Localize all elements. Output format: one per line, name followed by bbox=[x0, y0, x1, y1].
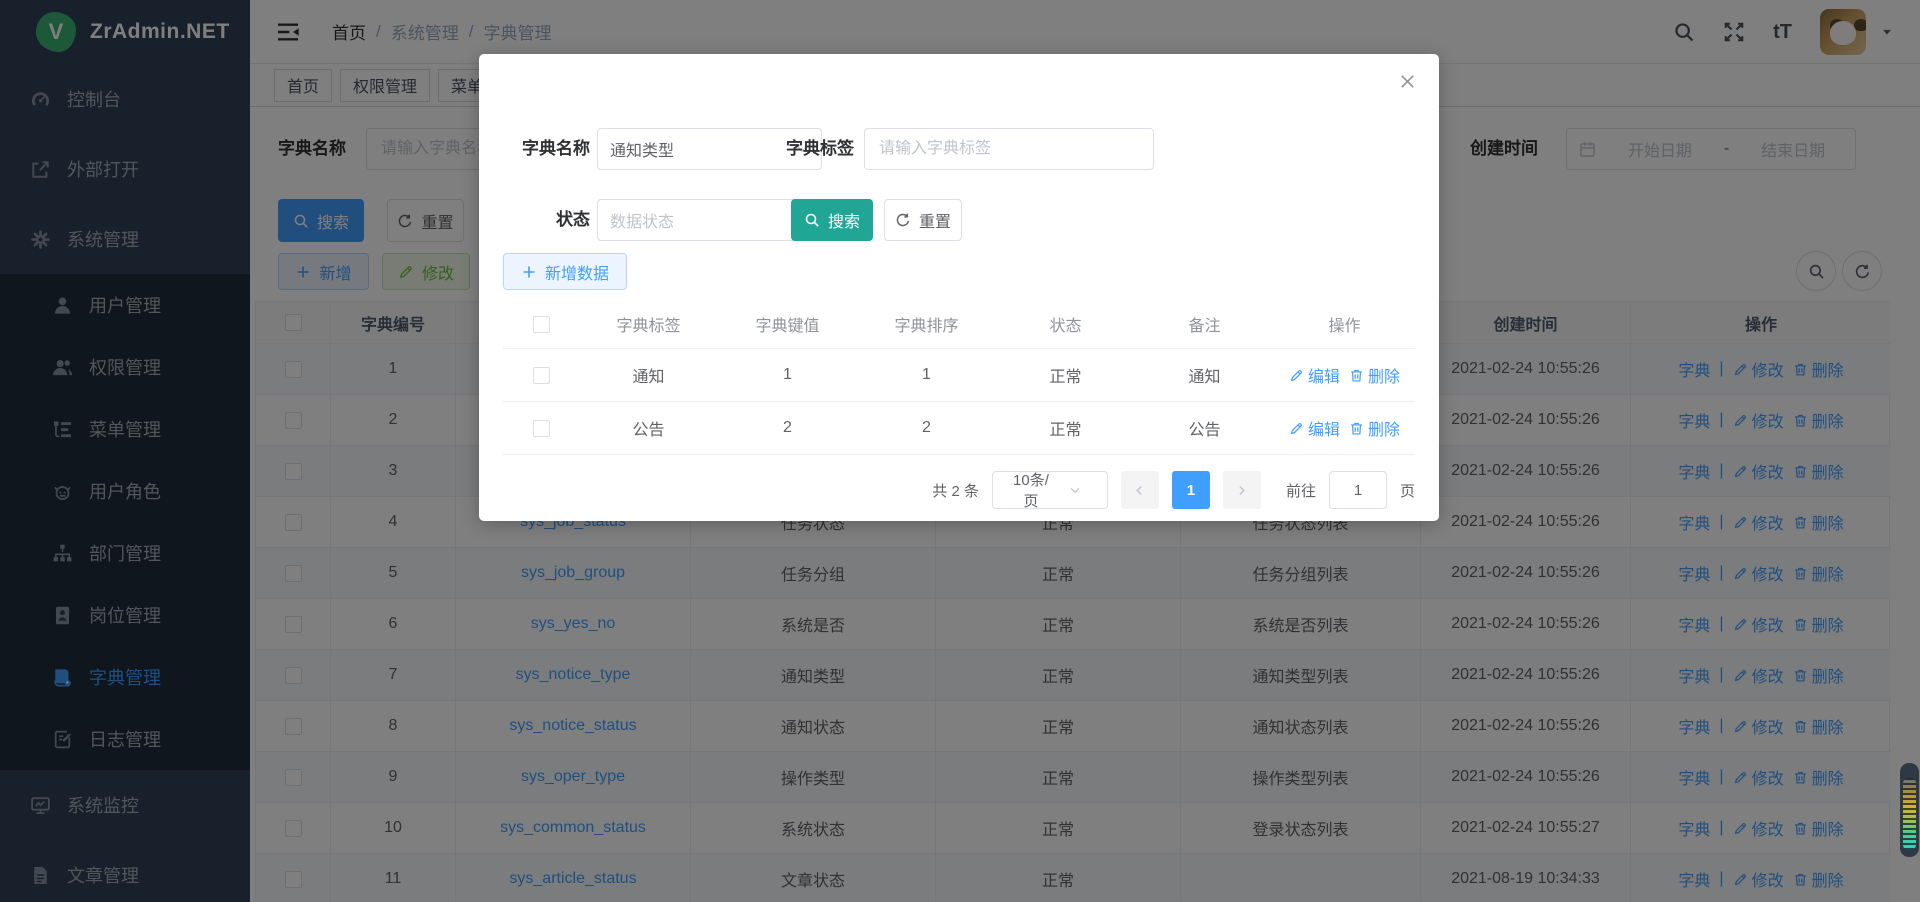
column-header: 操作 bbox=[1274, 300, 1415, 348]
dict-label-cell: 公告 bbox=[579, 402, 718, 454]
status-cell: 正常 bbox=[996, 402, 1135, 454]
chevron-down-icon bbox=[1053, 484, 1097, 497]
remark-cell: 通知 bbox=[1135, 349, 1274, 401]
column-header: 字典标签 bbox=[579, 300, 718, 348]
row-delete-link[interactable]: 删除 bbox=[1349, 416, 1400, 440]
dialog-table-body: 通知 1 1 正常 通知 编辑 bbox=[503, 349, 1415, 455]
pencil-icon bbox=[1289, 421, 1304, 436]
pagination-total: 共 2 条 bbox=[932, 480, 979, 501]
row-checkbox[interactable] bbox=[533, 367, 550, 384]
dialog-table-row: 通知 1 1 正常 通知 编辑 bbox=[503, 349, 1415, 402]
search-icon bbox=[804, 212, 820, 228]
page-number-button[interactable]: 1 bbox=[1172, 471, 1210, 509]
trash-icon bbox=[1349, 421, 1364, 436]
refresh-icon bbox=[895, 212, 911, 228]
trash-icon bbox=[1349, 368, 1364, 383]
dialog-status-select[interactable]: 数据状态 bbox=[597, 199, 822, 241]
column-header: 状态 bbox=[996, 300, 1135, 348]
row-checkbox[interactable] bbox=[533, 420, 550, 437]
dialog-table-row: 公告 2 2 正常 公告 编辑 bbox=[503, 402, 1415, 455]
dict-label-cell: 通知 bbox=[579, 349, 718, 401]
dialog-table-header: 字典标签 字典键值 字典排序 状态 备注 操作 bbox=[503, 300, 1415, 349]
row-operations: 编辑 删除 bbox=[1289, 363, 1400, 387]
dialog-reset-button[interactable]: 重置 bbox=[884, 199, 962, 241]
dialog-dict-name-label: 字典名称 bbox=[479, 128, 590, 170]
dialog-pagination: 共 2 条 10条/页 1 前往 页 bbox=[932, 470, 1415, 510]
scrollbar-thumb[interactable] bbox=[1903, 778, 1916, 850]
dialog-add-data-label: 新增数据 bbox=[545, 260, 609, 284]
goto-prefix: 前往 bbox=[1286, 480, 1316, 501]
remark-cell: 公告 bbox=[1135, 402, 1274, 454]
prev-page-button[interactable] bbox=[1121, 471, 1159, 509]
page-size-select[interactable]: 10条/页 bbox=[992, 471, 1108, 509]
row-edit-link[interactable]: 编辑 bbox=[1289, 416, 1340, 440]
page-scrollbar[interactable] bbox=[1900, 763, 1919, 857]
dialog-select-all-checkbox[interactable] bbox=[533, 316, 550, 333]
pencil-icon bbox=[1289, 368, 1304, 383]
dict-value-cell: 1 bbox=[718, 349, 857, 401]
next-page-button[interactable] bbox=[1223, 471, 1261, 509]
dialog-dict-tag-input[interactable] bbox=[864, 128, 1154, 170]
goto-page-input[interactable] bbox=[1329, 471, 1387, 509]
goto-suffix: 页 bbox=[1400, 480, 1415, 501]
column-header: 备注 bbox=[1135, 300, 1274, 348]
screen: V ZrAdmin.NET 控制台 外部打开 系统管理 bbox=[0, 0, 1920, 902]
column-header: 字典键值 bbox=[718, 300, 857, 348]
dialog-search-label: 搜索 bbox=[828, 208, 860, 232]
status-cell: 正常 bbox=[996, 349, 1135, 401]
column-header: 字典排序 bbox=[857, 300, 996, 348]
row-edit-link[interactable]: 编辑 bbox=[1289, 363, 1340, 387]
row-operations: 编辑 删除 bbox=[1289, 416, 1400, 440]
row-delete-link[interactable]: 删除 bbox=[1349, 363, 1400, 387]
dialog-add-data-button[interactable]: 新增数据 bbox=[503, 253, 627, 290]
dict-value-cell: 2 bbox=[718, 402, 857, 454]
dialog-status-label: 状态 bbox=[479, 199, 590, 241]
chevron-right-icon bbox=[1235, 484, 1248, 497]
dict-data-table: 字典标签 字典键值 字典排序 状态 备注 操作 通知 1 1 正常 bbox=[503, 300, 1415, 455]
select-placeholder: 数据状态 bbox=[610, 208, 795, 232]
dialog-search-button[interactable]: 搜索 bbox=[791, 199, 873, 241]
dict-sort-cell: 2 bbox=[857, 402, 996, 454]
page-size-value: 10条/页 bbox=[1009, 469, 1053, 511]
dict-sort-cell: 1 bbox=[857, 349, 996, 401]
plus-icon bbox=[521, 264, 537, 280]
chevron-left-icon bbox=[1133, 484, 1146, 497]
dialog-close-icon[interactable] bbox=[1398, 72, 1417, 91]
dict-data-dialog: 字典名称 通知类型 字典标签 状态 数据状态 搜索 重置 新增数据 bbox=[479, 54, 1439, 521]
dialog-reset-label: 重置 bbox=[919, 208, 951, 232]
dialog-dict-tag-label: 字典标签 bbox=[737, 128, 854, 170]
